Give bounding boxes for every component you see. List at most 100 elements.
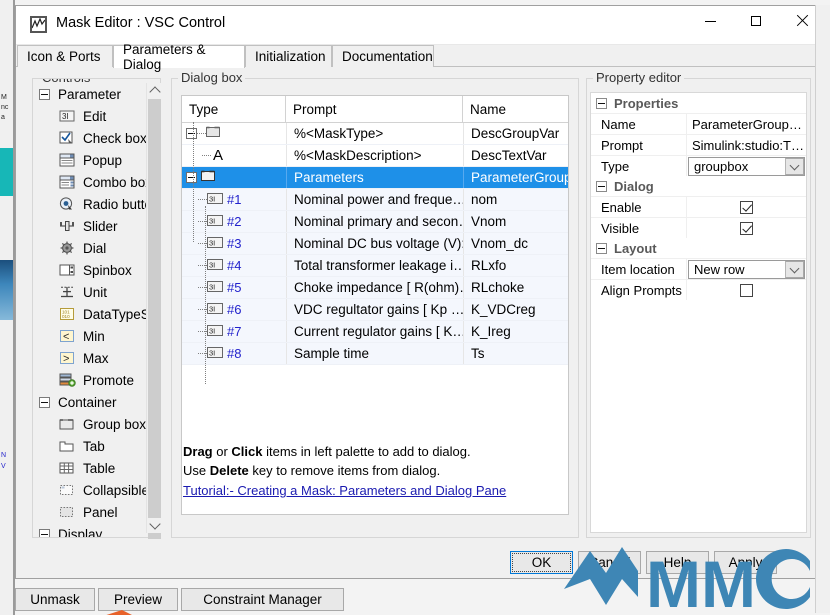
palette-section-parameter[interactable]: Parameter — [33, 83, 160, 105]
collapse-icon[interactable] — [596, 242, 607, 254]
palette-section-container[interactable]: Container — [33, 391, 160, 413]
property-row-item-location[interactable]: Item location New row — [591, 258, 806, 279]
property-label: Visible — [591, 218, 687, 238]
item-location-dropdown[interactable]: New row — [688, 259, 805, 279]
svg-text:010: 010 — [62, 314, 70, 319]
property-row-name[interactable]: Name ParameterGroup… — [591, 113, 806, 134]
table-row[interactable]: 3I #7 Current regulator gains [ K… K_Ire… — [182, 321, 568, 343]
dial-icon — [59, 241, 76, 256]
table-row[interactable]: 3I #2 Nominal primary and secon… Vnom — [182, 211, 568, 233]
chevron-down-icon[interactable] — [785, 260, 804, 278]
property-row-prompt[interactable]: Prompt Simulink:studio:T… — [591, 134, 806, 155]
palette-item-slider[interactable]: Slider — [33, 215, 160, 237]
collapse-icon[interactable] — [39, 88, 50, 100]
table-row[interactable]: A %<MaskDescription> DescTextVar — [182, 145, 568, 167]
palette-item-combo-box[interactable]: Combo box — [33, 171, 160, 193]
palette-item-table[interactable]: Table — [33, 457, 160, 479]
expander-icon[interactable] — [186, 128, 197, 139]
cell-type: 3I #1 — [182, 189, 286, 210]
constraint-manager-button[interactable]: Constraint Manager — [181, 588, 344, 611]
palette-item-popup[interactable]: Popup — [33, 149, 160, 171]
palette-item-spinbox[interactable]: Spinbox — [33, 259, 160, 281]
column-header-type[interactable]: Type — [182, 96, 286, 122]
palette-item-tab[interactable]: Tab — [33, 435, 160, 457]
table-icon — [59, 461, 76, 476]
property-label: Enable — [591, 197, 687, 217]
palette-scrollbar[interactable] — [146, 83, 162, 539]
param-index: #5 — [227, 280, 242, 295]
param-index: #7 — [227, 324, 242, 339]
tutorial-link[interactable]: Tutorial:- Creating a Mask: Parameters a… — [183, 483, 506, 498]
table-row[interactable]: 3I #6 VDC regultator gains [ Kp … K_VDCr… — [182, 299, 568, 321]
ok-button[interactable]: OK — [510, 551, 573, 574]
table-row[interactable]: 3I #8 Sample time Ts — [182, 343, 568, 365]
apply-button[interactable]: Apply — [714, 551, 777, 574]
minimize-button[interactable] — [687, 6, 733, 36]
property-value-name[interactable]: ParameterGroup… — [687, 114, 806, 134]
cancel-button[interactable]: Cancel — [578, 551, 641, 574]
property-value-prompt[interactable]: Simulink:studio:T… — [687, 135, 806, 155]
property-row-type[interactable]: Type groupbox — [591, 155, 806, 176]
window-scrollbar[interactable] — [815, 5, 830, 613]
tab-parameters-and-dialog[interactable]: Parameters & Dialog — [113, 42, 245, 72]
palette-section-label: Parameter — [58, 86, 122, 102]
palette-item-promote[interactable]: Promote — [33, 369, 160, 391]
collapse-icon[interactable] — [39, 528, 50, 537]
cell-name: K_Ireg — [463, 321, 568, 342]
property-group-layout[interactable]: Layout — [591, 238, 806, 258]
cell-name: nom — [463, 189, 568, 210]
property-row-align-prompts[interactable]: Align Prompts — [591, 279, 806, 300]
collapse-icon[interactable] — [596, 97, 607, 109]
chevron-down-icon[interactable] — [785, 157, 804, 175]
column-header-name[interactable]: Name — [463, 96, 568, 122]
group-box-icon — [59, 417, 76, 432]
align-prompts-checkbox[interactable] — [740, 283, 753, 297]
collapse-icon[interactable] — [596, 180, 607, 192]
maximize-button[interactable] — [733, 6, 779, 36]
palette-item-edit[interactable]: 3I Edit — [33, 105, 160, 127]
expander-icon[interactable] — [186, 172, 197, 183]
cell-prompt: %<MaskDescription> — [286, 145, 463, 166]
column-header-prompt[interactable]: Prompt — [286, 96, 463, 122]
table-row-selected[interactable]: Parameters ParameterGroupVar — [182, 167, 568, 189]
group-box-icon — [201, 170, 216, 185]
palette-item-min[interactable]: < Min — [33, 325, 160, 347]
tab-documentation[interactable]: Documentation — [332, 45, 434, 67]
property-group-properties[interactable]: Properties — [591, 93, 806, 113]
palette-item-collapsible-panel[interactable]: CollapsiblePan — [33, 479, 160, 501]
palette-item-dial[interactable]: Dial — [33, 237, 160, 259]
palette-section-display[interactable]: Display — [33, 523, 160, 537]
hint-use: Use — [183, 463, 210, 478]
table-row[interactable]: 3I #4 Total transformer leakage i… RLxfo — [182, 255, 568, 277]
tab-icon-and-ports[interactable]: Icon & Ports — [17, 45, 113, 67]
table-row[interactable]: 3I #3 Nominal DC bus voltage (V): Vnom_d… — [182, 233, 568, 255]
palette-item-label: Popup — [83, 152, 123, 168]
tab-initialization[interactable]: Initialization — [245, 45, 332, 67]
table-row[interactable]: 3I #1 Nominal power and freque… nom — [182, 189, 568, 211]
property-group-dialog[interactable]: Dialog — [591, 176, 806, 196]
property-label: Type — [591, 156, 687, 176]
background-text-fragment: N — [1, 452, 7, 459]
enable-checkbox[interactable] — [740, 200, 753, 214]
type-dropdown[interactable]: groupbox — [688, 156, 805, 176]
palette-item-check-box[interactable]: Check box — [33, 127, 160, 149]
unmask-button[interactable]: Unmask — [15, 588, 95, 611]
palette-item-max[interactable]: > Max — [33, 347, 160, 369]
scrollbar-thumb[interactable] — [148, 99, 161, 539]
property-row-visible[interactable]: Visible — [591, 217, 806, 238]
scroll-down-icon[interactable] — [147, 518, 162, 533]
palette-item-radio-button[interactable]: Radio button — [33, 193, 160, 215]
scroll-up-icon[interactable] — [147, 83, 162, 98]
palette-item-datatypestr[interactable]: 101 010 DataTypeStr — [33, 303, 160, 325]
visible-checkbox[interactable] — [740, 221, 753, 235]
palette-item-panel[interactable]: Panel — [33, 501, 160, 523]
help-button[interactable]: Help — [646, 551, 709, 574]
palette-item-group-box[interactable]: Group box — [33, 413, 160, 435]
palette-item-unit[interactable]: Unit — [33, 281, 160, 303]
collapse-icon[interactable] — [39, 396, 50, 408]
table-row[interactable]: %<MaskType> DescGroupVar — [182, 123, 568, 145]
unit-icon — [59, 285, 76, 300]
table-row[interactable]: 3I #5 Choke impedance [ R(ohm)… RLchoke — [182, 277, 568, 299]
param-index: #8 — [227, 346, 242, 361]
property-row-enable[interactable]: Enable — [591, 196, 806, 217]
